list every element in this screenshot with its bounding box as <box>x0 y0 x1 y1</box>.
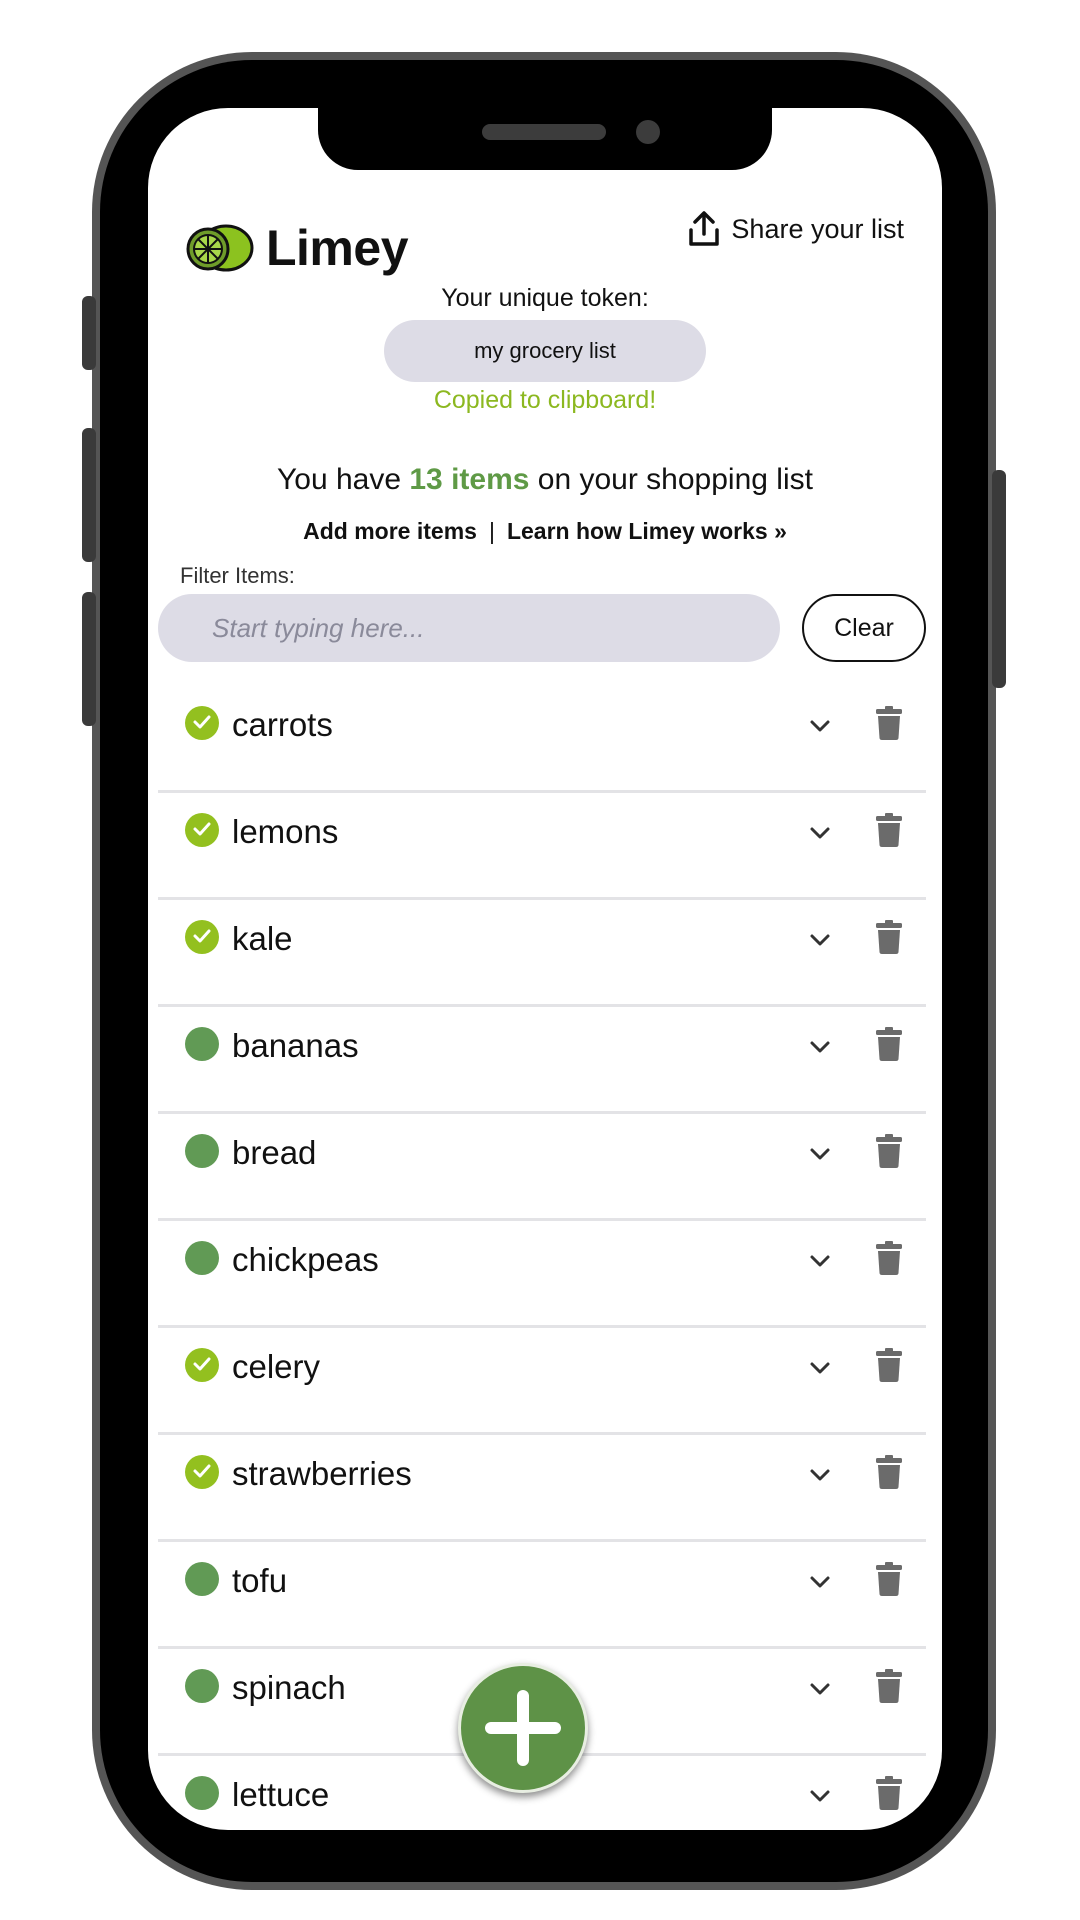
list-item[interactable]: celery <box>158 1328 926 1435</box>
speaker-grille <box>482 124 606 140</box>
trash-icon[interactable] <box>876 920 902 954</box>
chevron-down-icon[interactable] <box>808 1788 832 1804</box>
check-icon <box>193 929 211 943</box>
copied-message: Copied to clipboard! <box>433 386 657 414</box>
chevron-down-icon[interactable] <box>808 1039 832 1055</box>
list-item[interactable]: lemons <box>158 793 926 900</box>
items-summary: You have 13 items on your shopping list <box>148 463 942 497</box>
item-checked-toggle[interactable] <box>185 1348 219 1382</box>
item-label: strawberries <box>232 1455 412 1492</box>
share-list-label: Share your list <box>731 213 904 244</box>
item-unchecked-toggle[interactable] <box>185 1776 219 1810</box>
chevron-down-icon[interactable] <box>808 718 832 734</box>
item-label: tofu <box>232 1562 288 1599</box>
share-upload-icon <box>689 211 720 246</box>
summary-suffix: on your shopping list <box>529 463 813 496</box>
trash-icon[interactable] <box>876 1669 902 1703</box>
share-list-button[interactable]: Share your list <box>687 210 904 248</box>
filter-label: Filter Items: <box>180 563 295 588</box>
item-label: lettuce <box>232 1776 330 1813</box>
trash-icon[interactable] <box>876 1562 902 1596</box>
chevron-down-icon[interactable] <box>808 1360 832 1376</box>
trash-icon[interactable] <box>876 1241 902 1275</box>
chevron-down-icon[interactable] <box>808 1574 832 1590</box>
item-label: kale <box>232 920 293 957</box>
clear-button[interactable]: Clear <box>802 594 926 662</box>
phone-volume-up <box>82 428 96 562</box>
list-item[interactable]: chickpeas <box>158 1221 926 1328</box>
list-item[interactable]: kale <box>158 900 926 1007</box>
item-label: bread <box>232 1134 317 1171</box>
item-label: chickpeas <box>232 1241 379 1278</box>
item-checked-toggle[interactable] <box>185 813 219 847</box>
list-item[interactable]: bananas <box>158 1007 926 1114</box>
phone-power-button <box>992 470 1006 688</box>
summary-prefix: You have <box>277 463 410 496</box>
add-more-items-link[interactable]: Add more items <box>303 518 477 544</box>
list-item[interactable]: carrots <box>158 686 926 793</box>
filter-input[interactable] <box>158 594 780 662</box>
link-separator: | <box>488 518 495 544</box>
item-count: 13 items <box>409 463 530 496</box>
front-camera <box>636 120 660 144</box>
shopping-list: carrots lemons kale bananas bread chickpeas ce… <box>158 686 926 1830</box>
item-label: lemons <box>232 813 339 850</box>
plus-icon <box>485 1690 561 1766</box>
phone-notch <box>318 108 772 170</box>
token-pill[interactable]: my grocery list <box>384 320 706 382</box>
app-screen: Limey Share your list Your unique token:… <box>148 108 942 1830</box>
check-icon <box>193 1464 211 1478</box>
item-unchecked-toggle[interactable] <box>185 1134 219 1168</box>
item-unchecked-toggle[interactable] <box>185 1562 219 1596</box>
check-icon <box>193 1357 211 1371</box>
app-title: Limey <box>266 220 409 276</box>
trash-icon[interactable] <box>876 813 902 847</box>
check-icon <box>193 715 211 729</box>
phone-volume-down <box>82 592 96 726</box>
item-unchecked-toggle[interactable] <box>185 1669 219 1703</box>
add-item-button[interactable] <box>458 1663 588 1793</box>
list-item[interactable]: strawberries <box>158 1435 926 1542</box>
item-unchecked-toggle[interactable] <box>185 1027 219 1061</box>
item-label: bananas <box>232 1027 359 1064</box>
trash-icon[interactable] <box>876 1134 902 1168</box>
chevron-down-icon[interactable] <box>808 1253 832 1269</box>
app-logo[interactable]: Limey <box>184 218 409 278</box>
item-label: spinach <box>232 1669 346 1706</box>
item-checked-toggle[interactable] <box>185 706 219 740</box>
chevron-down-icon[interactable] <box>808 932 832 948</box>
item-checked-toggle[interactable] <box>185 920 219 954</box>
trash-icon[interactable] <box>876 1776 902 1810</box>
list-item[interactable]: bread <box>158 1114 926 1221</box>
item-unchecked-toggle[interactable] <box>185 1241 219 1275</box>
check-icon <box>193 822 211 836</box>
item-label: celery <box>232 1348 321 1385</box>
learn-how-link[interactable]: Learn how Limey works » <box>507 518 787 544</box>
trash-icon[interactable] <box>876 1027 902 1061</box>
item-label: carrots <box>232 706 333 743</box>
chevron-down-icon[interactable] <box>808 825 832 841</box>
chevron-down-icon[interactable] <box>808 1681 832 1697</box>
trash-icon[interactable] <box>876 706 902 740</box>
lime-logo-icon <box>186 224 254 272</box>
phone-mute-switch <box>82 296 96 370</box>
action-links: Add more items | Learn how Limey works » <box>148 518 942 545</box>
trash-icon[interactable] <box>876 1348 902 1382</box>
token-label: Your unique token: <box>441 284 649 312</box>
trash-icon[interactable] <box>876 1455 902 1489</box>
chevron-down-icon[interactable] <box>808 1146 832 1162</box>
list-item[interactable]: tofu <box>158 1542 926 1649</box>
chevron-down-icon[interactable] <box>808 1467 832 1483</box>
item-checked-toggle[interactable] <box>185 1455 219 1489</box>
